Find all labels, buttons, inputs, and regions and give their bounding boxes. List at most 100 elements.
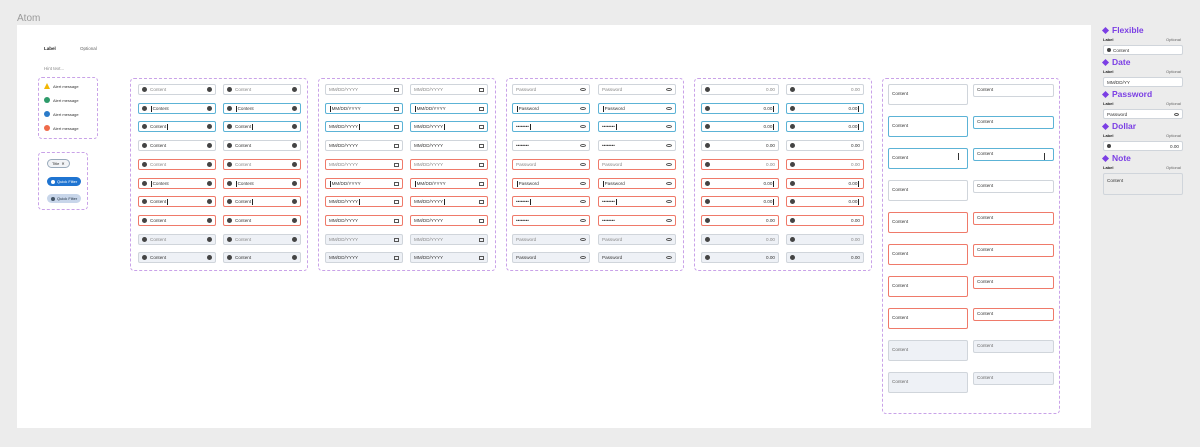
- side-date-field[interactable]: MM/DD/YY: [1103, 77, 1183, 87]
- dollar-input[interactable]: 0.00: [701, 178, 779, 189]
- dollar-input[interactable]: 0.00: [701, 84, 779, 95]
- dollar-input[interactable]: 0.00: [701, 121, 779, 132]
- flexible-input[interactable]: Content: [138, 103, 216, 114]
- title-chip[interactable]: Title ✕: [47, 159, 70, 168]
- date-input[interactable]: MM/DD/YYYY: [325, 140, 403, 151]
- flexible-input[interactable]: Content: [138, 196, 216, 207]
- note-input[interactable]: Content: [888, 372, 968, 393]
- note-input[interactable]: Content: [973, 340, 1054, 353]
- dollar-input[interactable]: 0.00: [786, 252, 864, 263]
- note-input[interactable]: Content: [973, 308, 1054, 321]
- password-input[interactable]: Password: [598, 252, 676, 263]
- close-icon[interactable]: ✕: [61, 161, 64, 166]
- flexible-input[interactable]: Content: [138, 178, 216, 189]
- note-input[interactable]: Content: [973, 212, 1054, 225]
- password-input[interactable]: Password: [512, 252, 590, 263]
- flexible-input[interactable]: Content: [138, 159, 216, 170]
- password-input[interactable]: Password: [598, 234, 676, 245]
- dollar-input[interactable]: 0.00: [786, 196, 864, 207]
- dollar-input[interactable]: 0.00: [701, 159, 779, 170]
- flexible-input[interactable]: Content: [138, 215, 216, 226]
- note-input[interactable]: Content: [888, 308, 968, 329]
- password-input[interactable]: ••••••••: [512, 196, 590, 207]
- dollar-input[interactable]: 0.00: [786, 103, 864, 114]
- flexible-input[interactable]: Content: [223, 178, 301, 189]
- date-input[interactable]: MM/DD/YYYY: [410, 84, 488, 95]
- flexible-input[interactable]: Content: [223, 252, 301, 263]
- password-input[interactable]: Password: [512, 103, 590, 114]
- date-input[interactable]: MM/DD/YYYY: [410, 121, 488, 132]
- dollar-input[interactable]: 0.00: [786, 159, 864, 170]
- password-input[interactable]: Password: [512, 234, 590, 245]
- note-input[interactable]: Content: [888, 116, 968, 137]
- side-password-field[interactable]: Password: [1103, 109, 1183, 119]
- flexible-input[interactable]: Content: [223, 196, 301, 207]
- password-input[interactable]: Password: [598, 103, 676, 114]
- flexible-input[interactable]: Content: [138, 121, 216, 132]
- password-input[interactable]: ••••••••: [512, 140, 590, 151]
- date-input[interactable]: MM/DD/YYYY: [325, 196, 403, 207]
- dollar-input[interactable]: 0.00: [701, 234, 779, 245]
- quick-filter-chip-active[interactable]: Quick Filter: [47, 177, 82, 186]
- date-input[interactable]: MM/DD/YYYY: [325, 178, 403, 189]
- side-note-field[interactable]: Content: [1103, 173, 1183, 195]
- flexible-input[interactable]: Content: [223, 103, 301, 114]
- password-input[interactable]: Password: [598, 159, 676, 170]
- password-input[interactable]: ••••••••: [512, 121, 590, 132]
- flexible-input[interactable]: Content: [223, 159, 301, 170]
- password-input[interactable]: ••••••••: [598, 196, 676, 207]
- date-input[interactable]: MM/DD/YYYY: [325, 103, 403, 114]
- note-input[interactable]: Content: [888, 84, 968, 105]
- date-input[interactable]: MM/DD/YYYY: [325, 159, 403, 170]
- eye-icon[interactable]: [1174, 112, 1179, 116]
- dollar-input[interactable]: 0.00: [786, 178, 864, 189]
- note-input[interactable]: Content: [973, 276, 1054, 289]
- date-input[interactable]: MM/DD/YYYY: [410, 178, 488, 189]
- side-dollar-field[interactable]: 0.00: [1103, 141, 1183, 151]
- note-input[interactable]: Content: [888, 212, 968, 233]
- password-input[interactable]: Password: [512, 178, 590, 189]
- note-input[interactable]: Content: [888, 340, 968, 361]
- date-input[interactable]: MM/DD/YYYY: [325, 234, 403, 245]
- dollar-input[interactable]: 0.00: [701, 103, 779, 114]
- flexible-input[interactable]: Content: [223, 215, 301, 226]
- date-input[interactable]: MM/DD/YYYY: [410, 234, 488, 245]
- flexible-input[interactable]: Content: [138, 140, 216, 151]
- dollar-input[interactable]: 0.00: [786, 215, 864, 226]
- quick-filter-chip[interactable]: Quick Filter: [47, 194, 82, 203]
- date-input[interactable]: MM/DD/YYYY: [410, 215, 488, 226]
- note-input[interactable]: Content: [888, 244, 968, 265]
- date-input[interactable]: MM/DD/YYYY: [410, 140, 488, 151]
- flexible-input[interactable]: Content: [138, 234, 216, 245]
- note-input[interactable]: Content: [888, 276, 968, 297]
- note-input[interactable]: Content: [973, 116, 1054, 129]
- password-input[interactable]: Password: [598, 178, 676, 189]
- date-input[interactable]: MM/DD/YYYY: [410, 196, 488, 207]
- dollar-input[interactable]: 0.00: [786, 140, 864, 151]
- dollar-input[interactable]: 0.00: [701, 215, 779, 226]
- date-input[interactable]: MM/DD/YYYY: [325, 252, 403, 263]
- password-input[interactable]: Password: [512, 84, 590, 95]
- date-input[interactable]: MM/DD/YYYY: [410, 159, 488, 170]
- flexible-input[interactable]: Content: [138, 252, 216, 263]
- note-input[interactable]: Content: [973, 180, 1054, 193]
- date-input[interactable]: MM/DD/YYYY: [325, 215, 403, 226]
- dollar-input[interactable]: 0.00: [786, 121, 864, 132]
- password-input[interactable]: Password: [598, 84, 676, 95]
- password-input[interactable]: Password: [512, 159, 590, 170]
- date-input[interactable]: MM/DD/YYYY: [325, 84, 403, 95]
- password-input[interactable]: ••••••••: [598, 215, 676, 226]
- date-input[interactable]: MM/DD/YYYY: [410, 252, 488, 263]
- flexible-input[interactable]: Content: [223, 234, 301, 245]
- note-input[interactable]: Content: [888, 180, 968, 201]
- flexible-input[interactable]: Content: [223, 121, 301, 132]
- password-input[interactable]: ••••••••: [598, 140, 676, 151]
- note-input[interactable]: Content: [973, 84, 1054, 97]
- note-input[interactable]: Content: [973, 372, 1054, 385]
- dollar-input[interactable]: 0.00: [701, 252, 779, 263]
- note-input[interactable]: Content: [973, 148, 1054, 161]
- flexible-input[interactable]: Content: [223, 84, 301, 95]
- password-input[interactable]: ••••••••: [512, 215, 590, 226]
- date-input[interactable]: MM/DD/YYYY: [325, 121, 403, 132]
- flexible-input[interactable]: Content: [223, 140, 301, 151]
